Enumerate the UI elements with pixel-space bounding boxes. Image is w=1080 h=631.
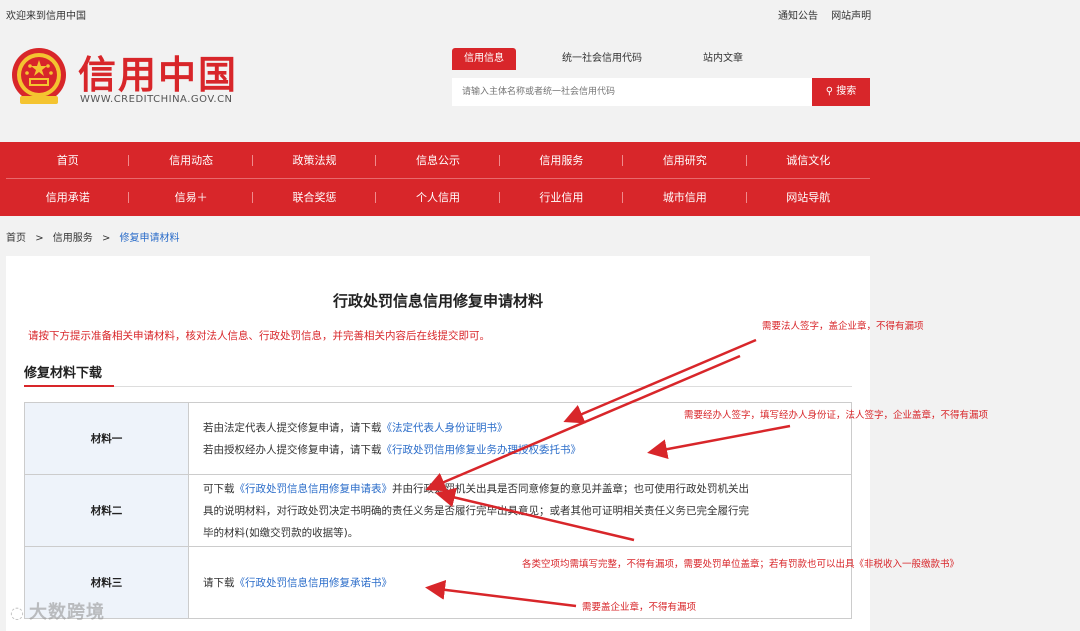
nav-row-1: 首页 信用动态 政策法规 信息公示 信用服务 信用研究 诚信文化: [6, 142, 870, 179]
nav-item-integrity-culture[interactable]: 诚信文化: [747, 142, 870, 178]
welcome-text: 欢迎来到信用中国: [6, 11, 86, 22]
intro-text: 请按下方提示准备相关申请材料，核对法人信息、行政处罚信息，并完善相关内容后在线提…: [28, 330, 490, 342]
tab-credit-code[interactable]: 统一社会信用代码: [562, 48, 642, 70]
materials-table: 材料一 若由法定代表人提交修复申请，请下载《法定代表人身份证明书》 若由授权经办…: [24, 402, 852, 619]
annotation-3: 各类空项均需填写完整，不得有漏项，需要处罚单位盖章；若有罚款也可以出具《非税收入…: [522, 559, 960, 570]
national-emblem-icon: [12, 48, 66, 104]
nav-item-info-disclosure[interactable]: 信息公示: [376, 142, 501, 178]
nav-item-credit-research[interactable]: 信用研究: [623, 142, 747, 178]
search-box: [452, 78, 812, 106]
annotation-2: 需要经办人签字，填写经办人身份证，法人签字，企业盖章，不得有漏项: [684, 410, 989, 421]
breadcrumb-credit-services[interactable]: 信用服务: [53, 233, 93, 244]
tab-site-articles[interactable]: 站内文章: [703, 48, 743, 70]
section-title: 修复材料下载: [24, 366, 103, 381]
nav-row-2: 信用承诺 信易＋ 联合奖惩 个人信用 行业信用 城市信用 网站导航: [6, 179, 870, 216]
download-link-authorization[interactable]: 《行政处罚信用修复业务办理授权委托书》: [382, 444, 582, 456]
breadcrumb-current: 修复申请材料: [119, 233, 180, 244]
nav-item-site-nav[interactable]: 网站导航: [747, 179, 870, 216]
nav-item-credit-news[interactable]: 信用动态: [129, 142, 254, 178]
download-link-application-form[interactable]: 《行政处罚信息信用修复申请表》: [235, 483, 393, 495]
site-title[interactable]: 信用中国: [78, 44, 238, 99]
page-title: 行政处罚信息信用修复申请材料: [332, 292, 543, 310]
material-text: 具的说明材料，对行政处罚决定书明确的责任义务是否履行完毕出具意见；或者其他可证明…: [203, 504, 749, 517]
material-label: 材料一: [24, 402, 189, 475]
nav-item-xinyi-plus[interactable]: 信易＋: [129, 179, 254, 216]
nav-item-credit-services[interactable]: 信用服务: [500, 142, 624, 178]
nav-item-home[interactable]: 首页: [6, 142, 130, 178]
annotation-4: 需要盖企业章，不得有漏项: [582, 602, 697, 613]
chat-bubble-icon: ◌: [10, 603, 25, 622]
nav-item-personal-credit[interactable]: 个人信用: [376, 179, 501, 216]
search-button[interactable]: ⚲ 搜索: [812, 78, 870, 106]
nav-item-credit-commitment[interactable]: 信用承诺: [6, 179, 130, 216]
section-divider: [24, 386, 852, 387]
content-panel: 行政处罚信息信用修复申请材料 请按下方提示准备相关申请材料，核对法人信息、行政处…: [6, 256, 870, 631]
breadcrumb-separator: >: [101, 233, 111, 244]
link-statement[interactable]: 网站声明: [831, 11, 871, 22]
nav-item-industry-credit[interactable]: 行业信用: [500, 179, 624, 216]
download-link-commitment[interactable]: 《行政处罚信息信用修复承诺书》: [235, 577, 393, 589]
material-desc: 可下载《行政处罚信息信用修复申请表》并由行政处罚机关出具是否同意修复的意见并盖章…: [188, 474, 852, 547]
tab-credit-info[interactable]: 信用信息: [452, 48, 516, 70]
nav-item-joint-rewards[interactable]: 联合奖惩: [253, 179, 377, 216]
section-underline: [24, 385, 114, 387]
nav-item-city-credit[interactable]: 城市信用: [623, 179, 747, 216]
top-links: 通知公告 网站声明: [778, 7, 881, 22]
main-nav: 首页 信用动态 政策法规 信息公示 信用服务 信用研究 诚信文化 信用承诺 信易…: [0, 142, 1080, 216]
material-text: 若由法定代表人提交修复申请，请下载: [203, 421, 382, 434]
material-text: 可下载: [203, 482, 235, 495]
material-text: 毕的材料(如缴交罚款的收据等)。: [203, 526, 359, 539]
header: 信用中国 WWW.CREDITCHINA.GOV.CN 信用信息 统一社会信用代…: [0, 26, 1080, 142]
breadcrumb: 首页 > 信用服务 > 修复申请材料: [6, 229, 180, 244]
watermark-text: 大数跨境: [28, 602, 105, 623]
search-icon: ⚲: [825, 86, 834, 97]
download-link-legal-rep[interactable]: 《法定代表人身份证明书》: [382, 422, 508, 434]
breadcrumb-separator: >: [35, 233, 44, 244]
material-text: 若由授权经办人提交修复申请，请下载: [203, 443, 382, 456]
table-row: 材料二 可下载《行政处罚信息信用修复申请表》并由行政处罚机关出具是否同意修复的意…: [24, 474, 852, 547]
site-url: WWW.CREDITCHINA.GOV.CN: [80, 94, 233, 105]
link-notice[interactable]: 通知公告: [778, 11, 818, 22]
annotation-1: 需要法人签字，盖企业章，不得有漏项: [762, 321, 924, 332]
search-input[interactable]: [452, 78, 812, 106]
material-label: 材料二: [24, 474, 189, 547]
material-text: 请下载: [203, 576, 235, 589]
watermark: ◌ 大数跨境: [10, 598, 105, 624]
material-text: 并由行政处罚机关出具是否同意修复的意见并盖章；也可使用行政处罚机关出: [392, 482, 749, 495]
search-button-label: 搜索: [836, 86, 857, 97]
nav-item-policies[interactable]: 政策法规: [253, 142, 377, 178]
top-bar: 欢迎来到信用中国 通知公告 网站声明: [0, 0, 1080, 26]
breadcrumb-home[interactable]: 首页: [6, 233, 26, 244]
